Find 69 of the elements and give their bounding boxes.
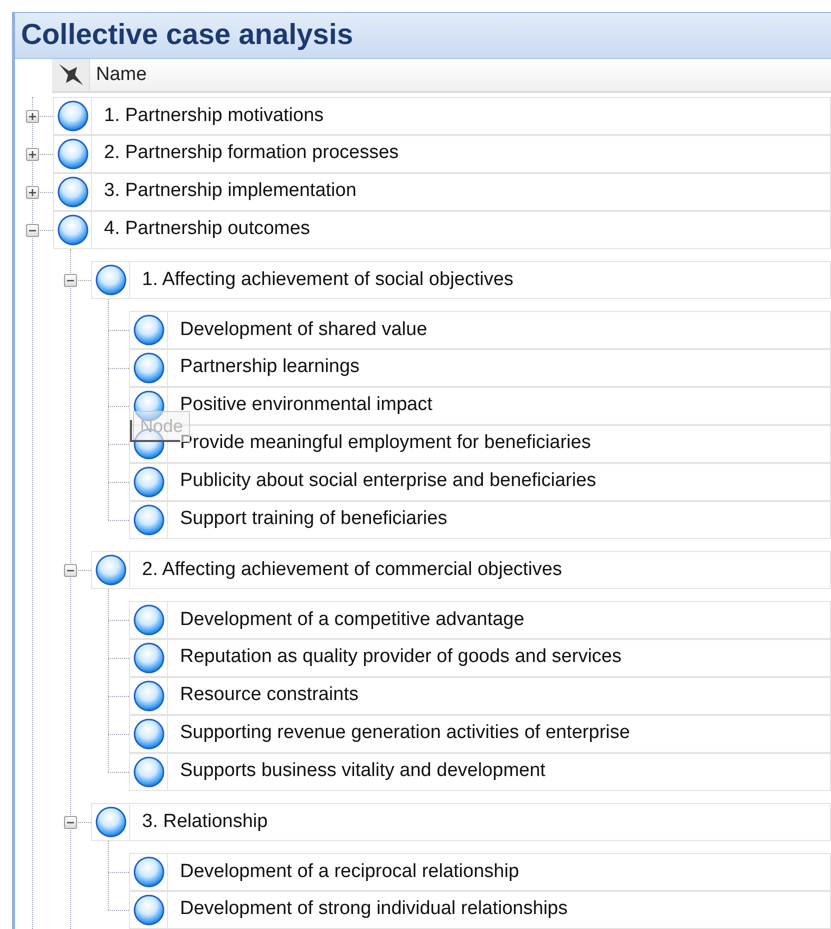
- expand-toggle[interactable]: [26, 186, 39, 198]
- node-label: Development of shared value: [179, 318, 428, 342]
- node-icon: [56, 138, 88, 170]
- node-label: 3. Relationship: [141, 810, 268, 834]
- tree-row[interactable]: Development of a competitive advantage: [129, 601, 831, 639]
- expand-toggle[interactable]: [26, 110, 39, 122]
- node-icon: [56, 100, 88, 132]
- plus-icon: [28, 112, 37, 120]
- tree-row[interactable]: 2. Affecting achievement of commercial objectives: [91, 551, 831, 589]
- node-label: 3. Partnership implementation: [103, 179, 356, 204]
- node-icon: [56, 214, 88, 246]
- tree-row[interactable]: Support training of beneficiaries: [129, 500, 831, 538]
- collapse-toggle[interactable]: [64, 816, 77, 828]
- node-label: Development of a competitive advantage: [179, 608, 524, 632]
- node-label: Development of a reciprocal relationship: [179, 860, 520, 884]
- node-icon: [94, 806, 126, 838]
- node-icon: [132, 856, 164, 888]
- collapse-toggle[interactable]: [64, 274, 77, 286]
- node-icon: [132, 680, 164, 712]
- tree-row[interactable]: 3. Partnership implementation: [53, 172, 831, 210]
- tree-row[interactable]: 1. Partnership motivations: [53, 97, 831, 135]
- node-label: Supporting revenue generation activities of enterprise: [179, 721, 630, 746]
- tree-row[interactable]: Supports business vitality and development: [129, 752, 831, 790]
- node-icon: [132, 466, 164, 498]
- node-label: 2. Affecting achievement of commercial objectives: [141, 558, 562, 582]
- tree-row[interactable]: Partnership learnings: [129, 348, 831, 386]
- node-label: 1. Partnership motivations: [103, 104, 324, 128]
- node-label: Provide meaningful employment for beneficiaries: [180, 432, 591, 456]
- collapse-toggle[interactable]: [64, 564, 77, 576]
- tree-row[interactable]: 2. Partnership formation processes: [53, 134, 831, 172]
- node-label: Supports business vitality and development: [179, 759, 546, 784]
- column-header-label[interactable]: Name: [90, 60, 147, 90]
- tree-row[interactable]: Development of strong individual relationships: [129, 890, 831, 928]
- node-icon: [132, 894, 164, 926]
- node-label: 4. Partnership outcomes: [103, 217, 310, 242]
- node-label: Partnership learnings: [179, 355, 360, 380]
- node-icon: [132, 642, 164, 674]
- tree-row[interactable]: Reputation as quality provider of goods and services: [129, 638, 831, 676]
- tree-row[interactable]: 4. Partnership outcomes: [53, 210, 831, 248]
- tree-row[interactable]: Supporting revenue generation activities of enterprise: [129, 714, 831, 752]
- node-label: Publicity about social enterprise and beneficiaries: [179, 469, 596, 494]
- node-icon: [132, 756, 164, 788]
- pin-icon: [56, 62, 84, 88]
- node-label: 2. Partnership formation processes: [103, 141, 399, 166]
- node-label: Reputation as quality provider of goods and services: [179, 645, 622, 670]
- node-icon: [94, 264, 126, 296]
- node-icon: [132, 718, 164, 750]
- node-icon: [132, 314, 164, 346]
- node-label: Development of strong individual relationships: [179, 897, 568, 922]
- panel-title: Collective case analysis: [21, 18, 354, 53]
- tree-row[interactable]: Development of shared value: [129, 311, 831, 349]
- tree-row[interactable]: Development of a reciprocal relationship: [129, 853, 831, 891]
- tree-row[interactable]: 3. Relationship: [91, 803, 831, 841]
- tree-row[interactable]: 1. Affecting achievement of social objectives: [91, 261, 831, 299]
- tree-row[interactable]: Publicity about social enterprise and beneficiaries: [129, 462, 831, 500]
- tree-row[interactable]: Resource constraints: [129, 676, 831, 714]
- node-icon: [132, 604, 164, 636]
- node-icon: [132, 352, 164, 384]
- expand-toggle[interactable]: [26, 148, 39, 160]
- node-icon: [56, 176, 88, 208]
- node-label: Positive environmental impact: [179, 393, 432, 418]
- plus-icon: [28, 188, 37, 196]
- collapse-toggle[interactable]: [26, 224, 39, 236]
- plus-icon: [28, 150, 37, 158]
- node-icon: [94, 554, 126, 586]
- node-label: Support training of beneficiaries: [179, 507, 448, 532]
- node-icon: [132, 504, 164, 536]
- node-label: 1. Affecting achievement of social objectives: [141, 268, 514, 292]
- node-label: Resource constraints: [179, 683, 358, 708]
